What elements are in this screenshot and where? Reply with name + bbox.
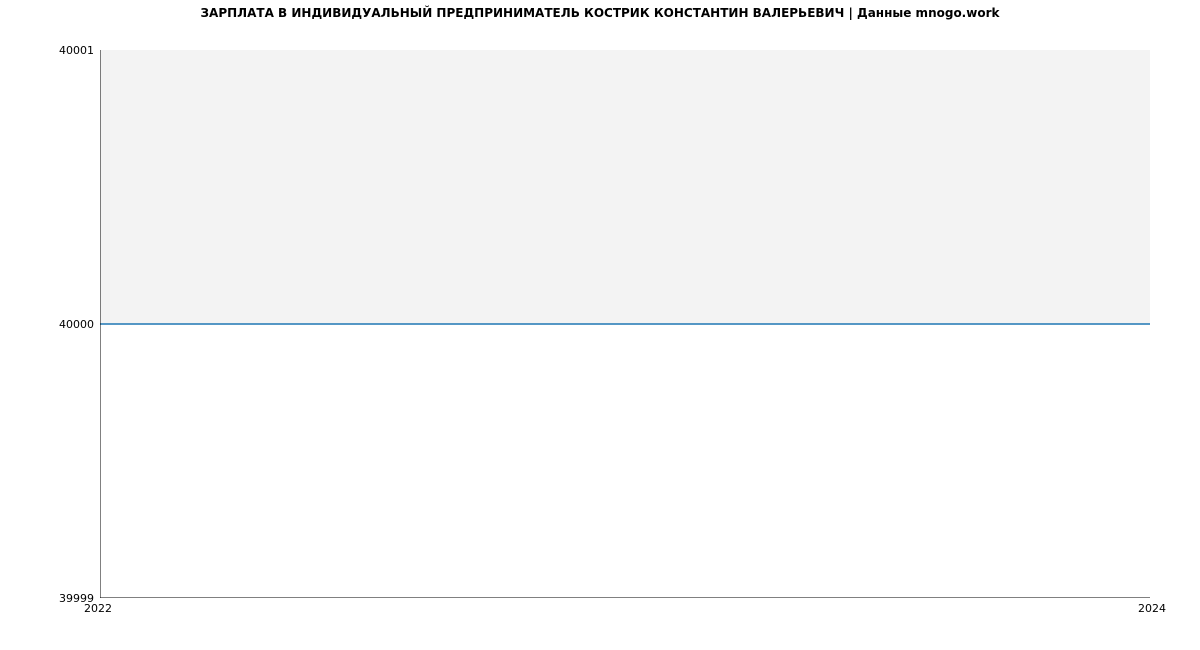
chart-title: ЗАРПЛАТА В ИНДИВИДУАЛЬНЫЙ ПРЕДПРИНИМАТЕЛ… — [0, 6, 1200, 20]
plot-area — [100, 50, 1150, 598]
fill-under-line — [100, 50, 1150, 324]
plot-svg — [100, 50, 1150, 598]
y-tick-label: 40001 — [34, 44, 94, 57]
x-tick-label: 2022 — [84, 602, 112, 615]
y-tick-label: 40000 — [34, 318, 94, 331]
x-tick-label: 2024 — [1138, 602, 1166, 615]
chart-container: ЗАРПЛАТА В ИНДИВИДУАЛЬНЫЙ ПРЕДПРИНИМАТЕЛ… — [0, 0, 1200, 650]
